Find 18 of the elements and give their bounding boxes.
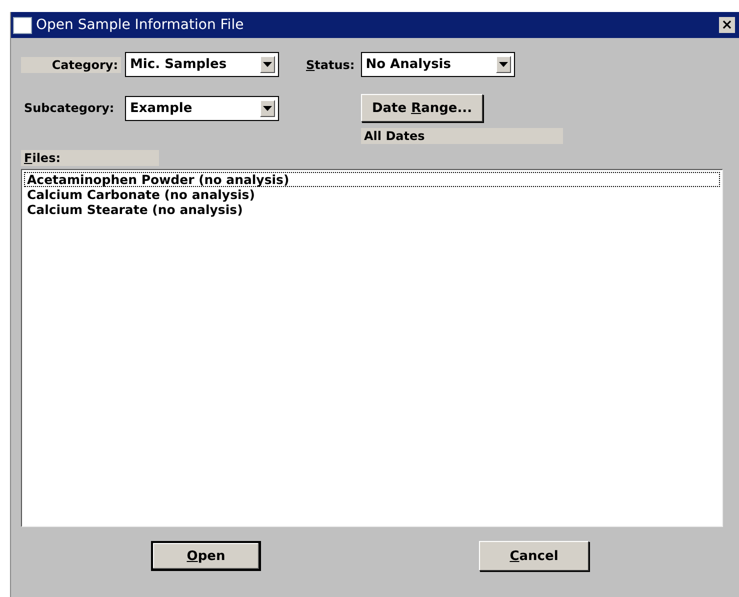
date-range-button[interactable]: Date Range... [361, 94, 483, 122]
category-label: Category: [21, 56, 121, 72]
open-button[interactable]: Open [151, 541, 261, 571]
subcategory-label: Subcategory: [23, 100, 116, 116]
file-item[interactable]: Acetaminophen Powder (no analysis) [24, 172, 720, 187]
status-label: Status: [305, 56, 356, 72]
file-item[interactable]: Calcium Carbonate (no analysis) [24, 187, 720, 202]
status-dropdown[interactable]: No Analysis [360, 52, 515, 77]
cancel-button[interactable]: Cancel [479, 541, 589, 571]
close-button[interactable]: × [719, 17, 735, 33]
file-item[interactable]: Calcium Stearate (no analysis) [24, 202, 720, 217]
date-range-text: All Dates [361, 128, 563, 144]
category-dropdown[interactable]: Mic. Samples [125, 52, 279, 77]
files-list[interactable]: Acetaminophen Powder (no analysis) Calcium Carbonate (no analysis) Calcium Stearate (no analysis) [21, 169, 723, 527]
files-label: Files: [21, 150, 159, 166]
window-icon [13, 16, 32, 34]
window-title: Open Sample Information File [36, 17, 245, 33]
subcategory-dropdown[interactable]: Example [125, 96, 279, 120]
